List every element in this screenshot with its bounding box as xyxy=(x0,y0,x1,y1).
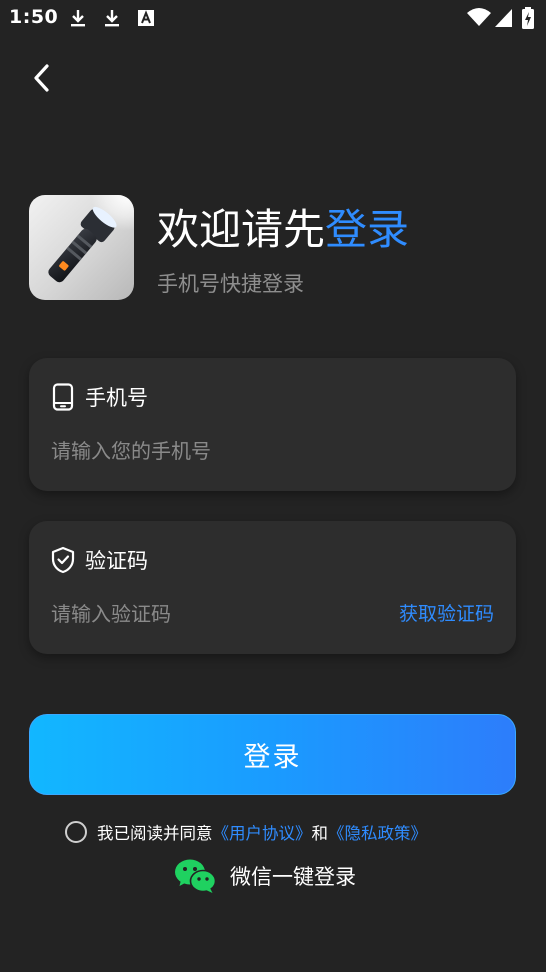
title-prefix: 欢迎请先 xyxy=(157,205,326,254)
phone-input[interactable] xyxy=(51,436,391,466)
app-logo xyxy=(29,195,134,300)
phone-card: 手机号 xyxy=(29,358,516,491)
page-title: 欢迎请先登录 xyxy=(157,200,409,260)
code-input[interactable] xyxy=(51,599,351,629)
title-highlight: 登录 xyxy=(325,205,410,254)
agreement-prefix: 我已阅读并同意 xyxy=(97,824,213,843)
get-code-button[interactable]: 获取验证码 xyxy=(399,599,494,629)
code-card: 验证码 获取验证码 xyxy=(29,521,516,654)
agreement-connector: 和 xyxy=(311,824,329,843)
user-agreement-link[interactable]: 《用户协议》 xyxy=(213,820,312,844)
code-label-row: 验证码 xyxy=(51,545,148,575)
phone-icon xyxy=(51,383,75,411)
phone-label: 手机号 xyxy=(85,386,148,410)
download-icon xyxy=(71,10,85,27)
back-button[interactable] xyxy=(22,58,62,98)
agreement-row: 我已阅读并同意 《用户协议》 和 《隐私政策》 xyxy=(65,818,427,846)
wifi-icon xyxy=(467,8,491,26)
download-icon xyxy=(105,10,119,27)
chevron-left-icon xyxy=(34,64,49,92)
login-button[interactable]: 登录 xyxy=(29,714,516,795)
status-bar: 1:50 xyxy=(0,0,546,36)
battery-charging-icon xyxy=(522,7,534,29)
agree-checkbox[interactable] xyxy=(65,821,87,843)
wechat-login-label: 微信一键登录 xyxy=(230,865,356,889)
shield-check-icon xyxy=(51,546,75,574)
wechat-login-button[interactable]: 微信一键登录 xyxy=(174,858,356,894)
flashlight-icon xyxy=(48,195,134,283)
wechat-icon xyxy=(175,859,216,893)
phone-label-row: 手机号 xyxy=(51,382,148,412)
cell-signal-icon xyxy=(495,9,512,27)
a-box-icon xyxy=(138,10,154,26)
privacy-policy-link[interactable]: 《隐私政策》 xyxy=(328,820,427,844)
page-subtitle: 手机号快捷登录 xyxy=(157,272,304,296)
status-time: 1:50 xyxy=(9,6,59,28)
code-label: 验证码 xyxy=(85,549,148,573)
